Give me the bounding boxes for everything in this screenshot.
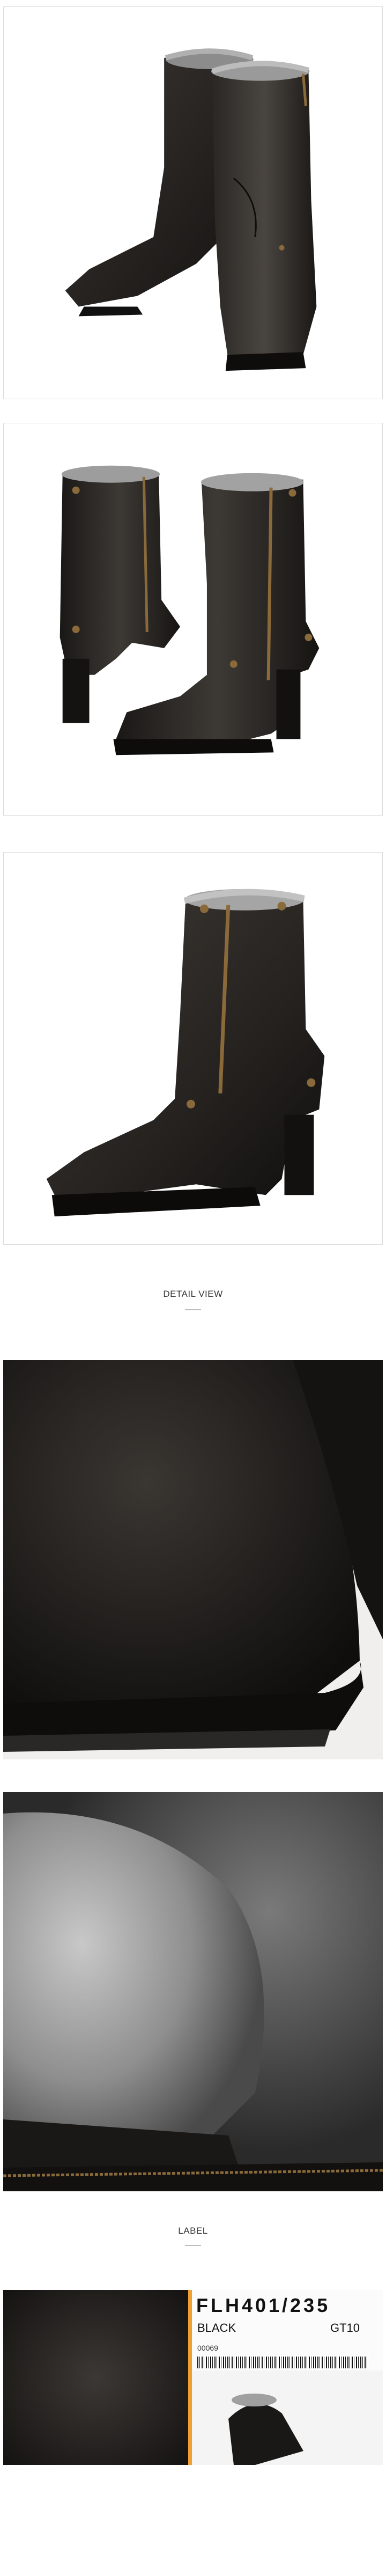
detail-photo-fur: [3, 1792, 383, 2191]
label-model-code: FLH401/235: [196, 2294, 331, 2316]
boots-pair-side-image: [65, 48, 317, 371]
label-divider: [185, 2245, 201, 2246]
product-photo-1: [3, 6, 383, 399]
leather-toe-closeup-image: [3, 1360, 383, 1759]
boot-single-angled-image: [46, 889, 325, 1217]
barcode-icon: [197, 2357, 369, 2368]
detail-view-heading: DETAIL VIEW: [163, 1289, 223, 1299]
boots-pair-front-image: [60, 465, 320, 755]
label-size-code: GT10: [330, 2321, 360, 2335]
detail-photo-toe: [3, 1360, 383, 1759]
product-photo-2: [3, 423, 383, 816]
product-photo-3: [3, 852, 383, 1245]
detail-view-divider: [185, 1309, 201, 1310]
label-barcode-number: 00069: [197, 2344, 218, 2352]
fur-lining-closeup-image: [3, 1792, 383, 2191]
label-color: BLACK: [197, 2321, 236, 2335]
label-heading: LABEL: [178, 2226, 208, 2236]
